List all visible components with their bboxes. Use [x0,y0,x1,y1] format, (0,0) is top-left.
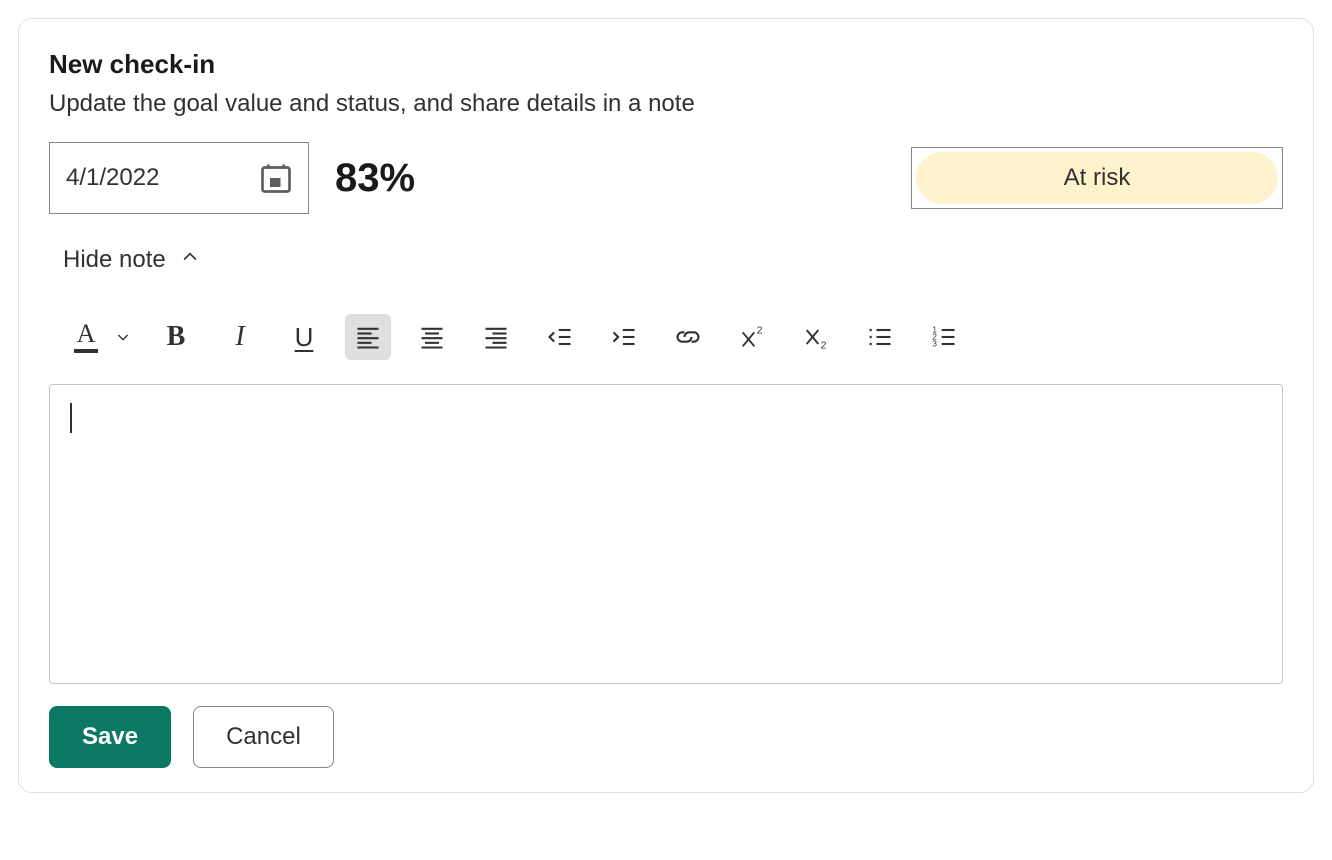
align-right-button[interactable] [473,314,519,360]
svg-text:2: 2 [757,325,763,337]
status-pill: At risk [916,152,1278,204]
status-select[interactable]: At risk [911,147,1283,209]
text-cursor [70,403,72,433]
increase-indent-button[interactable] [601,314,647,360]
format-toolbar: A B I U [63,314,1283,360]
calendar-icon[interactable] [258,160,294,196]
subscript-button[interactable]: 2 [793,314,839,360]
bold-button[interactable]: B [153,314,199,360]
chevron-up-icon [180,246,200,274]
hide-note-toggle[interactable]: Hide note [63,246,200,274]
date-value: 4/1/2022 [66,164,159,192]
note-textarea[interactable] [49,384,1283,684]
date-input[interactable]: 4/1/2022 [49,142,309,214]
footer-actions: Save Cancel [49,706,1283,768]
italic-button[interactable]: I [217,314,263,360]
superscript-button[interactable]: 2 [729,314,775,360]
font-color-button[interactable]: A [63,314,109,360]
hide-note-label: Hide note [63,246,166,274]
font-color-dropdown[interactable] [111,314,135,360]
svg-text:2: 2 [821,340,827,351]
decrease-indent-button[interactable] [537,314,583,360]
value-row: 4/1/2022 83% At risk [49,142,1283,214]
bulleted-list-button[interactable] [857,314,903,360]
status-label: At risk [1064,164,1131,192]
cancel-button[interactable]: Cancel [193,706,334,768]
save-button[interactable]: Save [49,706,171,768]
svg-text:3: 3 [932,339,937,348]
checkin-card: New check-in Update the goal value and s… [18,18,1314,793]
numbered-list-button[interactable]: 1 2 3 [921,314,967,360]
goal-value: 83% [335,156,415,201]
align-center-button[interactable] [409,314,455,360]
align-left-button[interactable] [345,314,391,360]
insert-link-button[interactable] [665,314,711,360]
underline-button[interactable]: U [281,314,327,360]
panel-subtitle: Update the goal value and status, and sh… [49,90,1283,118]
panel-title: New check-in [49,49,1283,80]
